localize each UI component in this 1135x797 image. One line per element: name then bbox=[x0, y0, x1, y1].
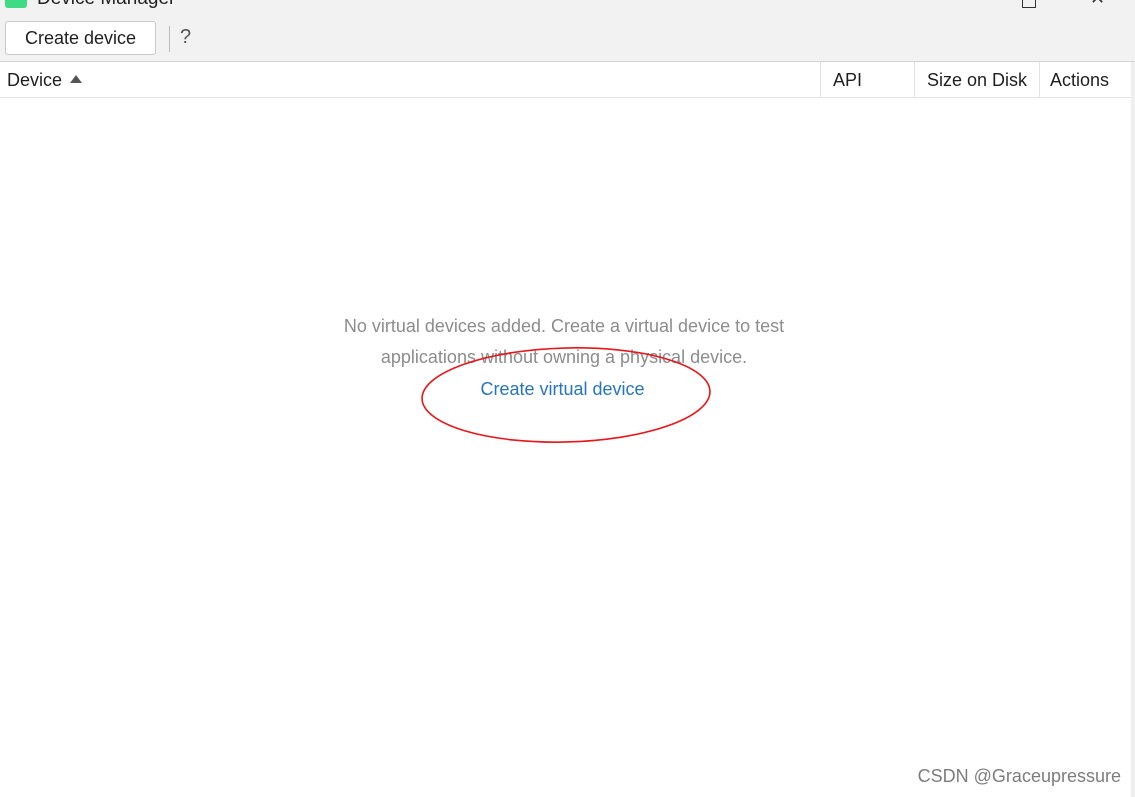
column-header-api[interactable]: API bbox=[820, 62, 914, 98]
maximize-icon[interactable] bbox=[1022, 0, 1036, 8]
column-header-device[interactable]: Device bbox=[0, 62, 820, 98]
column-header-size-on-disk[interactable]: Size on Disk bbox=[914, 62, 1039, 98]
close-icon[interactable]: ✕ bbox=[1090, 0, 1105, 9]
toolbar-separator bbox=[169, 26, 170, 52]
toolbar: Create device ? bbox=[0, 10, 1135, 62]
empty-state-message-line-1: No virtual devices added. Create a virtu… bbox=[343, 316, 785, 336]
android-studio-icon bbox=[5, 0, 27, 8]
window-edge bbox=[1131, 62, 1135, 797]
title-bar: Device Manager ✕ bbox=[0, 0, 1135, 10]
window-title: Device Manager bbox=[37, 0, 175, 10]
create-device-button[interactable]: Create device bbox=[5, 21, 156, 55]
device-table-header: Device API Size on Disk Actions bbox=[0, 62, 1135, 98]
red-highlight-ellipse bbox=[421, 347, 711, 443]
column-label-device: Device bbox=[7, 70, 63, 90]
watermark: CSDN @Graceupressure bbox=[917, 766, 1121, 786]
sort-ascending-icon bbox=[70, 75, 83, 83]
column-header-actions[interactable]: Actions bbox=[1039, 62, 1135, 98]
help-icon[interactable]: ? bbox=[180, 26, 191, 49]
